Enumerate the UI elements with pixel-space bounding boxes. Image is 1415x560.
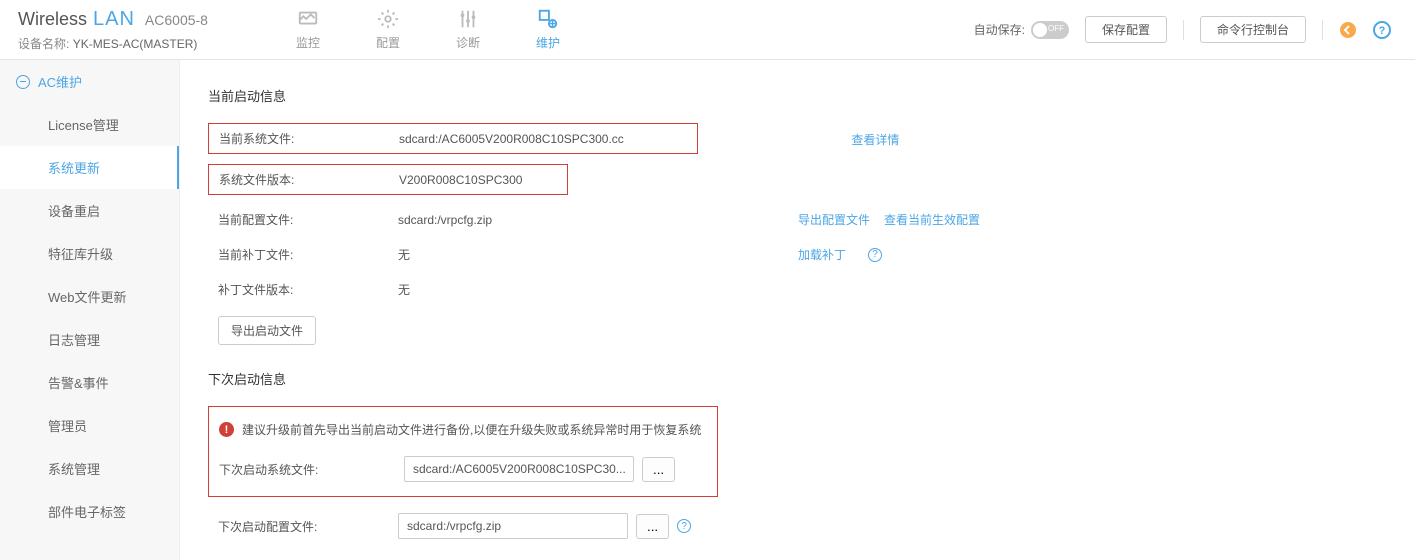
nav-label: 配置: [376, 34, 400, 51]
sidebar-item-log[interactable]: 日志管理: [0, 318, 179, 361]
value-cur-cfg: sdcard:/vrpcfg.zip: [398, 213, 798, 227]
svg-text:?: ?: [1379, 25, 1386, 37]
device-name: YK-MES-AC(MASTER): [73, 37, 198, 51]
label-sys-file-ver: 系统文件版本:: [209, 171, 399, 188]
device-name-line: 设备名称: YK-MES-AC(MASTER): [18, 35, 208, 52]
auto-save-toggle[interactable]: [1031, 21, 1069, 39]
alert-line: ! 建议升级前首先导出当前启动文件进行备份,以便在升级失败或系统异常时用于恢复系…: [219, 421, 707, 438]
section-current-startup-title: 当前启动信息: [208, 86, 1387, 105]
sidebar-item-signature-upgrade[interactable]: 特征库升级: [0, 232, 179, 275]
body: AC维护 License管理 系统更新 设备重启 特征库升级 Web文件更新 日…: [0, 60, 1415, 560]
alert-text: 建议升级前首先导出当前启动文件进行备份,以便在升级失败或系统异常时用于恢复系统: [242, 421, 701, 438]
sidebar-item-license[interactable]: License管理: [0, 103, 179, 146]
header: Wireless LAN AC6005-8 设备名称: YK-MES-AC(MA…: [0, 0, 1415, 60]
value-patch-ver: 无: [398, 281, 798, 298]
link-export-cfg[interactable]: 导出配置文件: [798, 211, 870, 228]
device-label: 设备名称:: [18, 37, 69, 51]
browse-button[interactable]: ...: [636, 514, 669, 539]
cli-console-button[interactable]: 命令行控制台: [1200, 16, 1306, 43]
alert-icon: !: [219, 422, 234, 437]
nav-label: 诊断: [456, 34, 480, 51]
link-view-detail[interactable]: 查看详情: [851, 131, 899, 148]
sidebar-title-text: AC维护: [38, 72, 82, 91]
separator: [1322, 20, 1323, 40]
auto-save: 自动保存:: [974, 21, 1069, 39]
logo-block: Wireless LAN AC6005-8 设备名称: YK-MES-AC(MA…: [18, 8, 208, 52]
monitor-icon: [297, 8, 319, 30]
sidebar-item-system-update[interactable]: 系统更新: [0, 146, 179, 189]
header-right: 自动保存: 保存配置 命令行控制台 ?: [974, 16, 1415, 43]
nav-monitor[interactable]: 监控: [268, 8, 348, 51]
value-cur-patch: 无: [398, 246, 798, 263]
sidebar-item-admin[interactable]: 管理员: [0, 404, 179, 447]
browse-button[interactable]: ...: [642, 457, 675, 482]
save-config-button[interactable]: 保存配置: [1085, 16, 1167, 43]
label-next-cfg: 下次启动配置文件:: [208, 518, 398, 535]
alert-box: ! 建议升级前首先导出当前启动文件进行备份,以便在升级失败或系统异常时用于恢复系…: [208, 406, 718, 497]
label-next-sys-file: 下次启动系统文件:: [219, 461, 404, 478]
label-cur-cfg: 当前配置文件:: [208, 211, 398, 228]
link-view-effective[interactable]: 查看当前生效配置: [884, 211, 980, 228]
auto-save-label: 自动保存:: [974, 21, 1025, 38]
help-icon[interactable]: ?: [1373, 21, 1391, 39]
row-next-cfg: 下次启动配置文件: ... ?: [208, 513, 1387, 539]
section-next-startup-title: 下次启动信息: [208, 369, 1387, 388]
logo-model: AC6005-8: [145, 12, 208, 28]
highlight-box-sysver: 系统文件版本: V200R008C10SPC300: [208, 164, 568, 195]
top-nav: 监控 配置 诊断 维护: [268, 8, 588, 51]
collapse-icon: [16, 75, 30, 89]
input-next-sys-file[interactable]: [404, 456, 634, 482]
nav-config[interactable]: 配置: [348, 8, 428, 51]
nav-diagnose[interactable]: 诊断: [428, 8, 508, 51]
sidebar-item-web-update[interactable]: Web文件更新: [0, 275, 179, 318]
value-sys-file-ver: V200R008C10SPC300: [399, 173, 549, 187]
sidebar-item-reboot[interactable]: 设备重启: [0, 189, 179, 232]
gear-icon: [377, 8, 399, 30]
sidebar-item-alarm[interactable]: 告警&事件: [0, 361, 179, 404]
help-icon[interactable]: ?: [868, 248, 882, 262]
highlight-box-sysfile: 当前系统文件: sdcard:/AC6005V200R008C10SPC300.…: [208, 123, 698, 154]
sliders-icon: [457, 8, 479, 30]
sidebar: AC维护 License管理 系统更新 设备重启 特征库升级 Web文件更新 日…: [0, 60, 180, 560]
sidebar-item-elabel[interactable]: 部件电子标签: [0, 490, 179, 533]
logo-lan: LAN: [93, 8, 135, 31]
label-cur-patch: 当前补丁文件:: [208, 246, 398, 263]
value-cur-sys-file: sdcard:/AC6005V200R008C10SPC300.cc: [399, 132, 679, 146]
sidebar-item-system-mgmt[interactable]: 系统管理: [0, 447, 179, 490]
logo-wireless: Wireless: [18, 9, 87, 30]
nav-arrow-icon[interactable]: [1339, 21, 1357, 39]
content: 当前启动信息 当前系统文件: sdcard:/AC6005V200R008C10…: [180, 60, 1415, 560]
export-startup-button[interactable]: 导出启动文件: [218, 316, 316, 345]
sidebar-title[interactable]: AC维护: [0, 60, 179, 103]
nav-label: 维护: [536, 34, 560, 51]
link-load-patch[interactable]: 加载补丁: [798, 246, 846, 263]
label-cur-sys-file: 当前系统文件:: [209, 130, 399, 147]
label-patch-ver: 补丁文件版本:: [208, 281, 398, 298]
help-icon[interactable]: ?: [677, 519, 691, 533]
nav-maintain[interactable]: 维护: [508, 8, 588, 51]
separator: [1183, 20, 1184, 40]
tools-icon: [537, 8, 559, 30]
input-next-cfg[interactable]: [398, 513, 628, 539]
nav-label: 监控: [296, 34, 320, 51]
